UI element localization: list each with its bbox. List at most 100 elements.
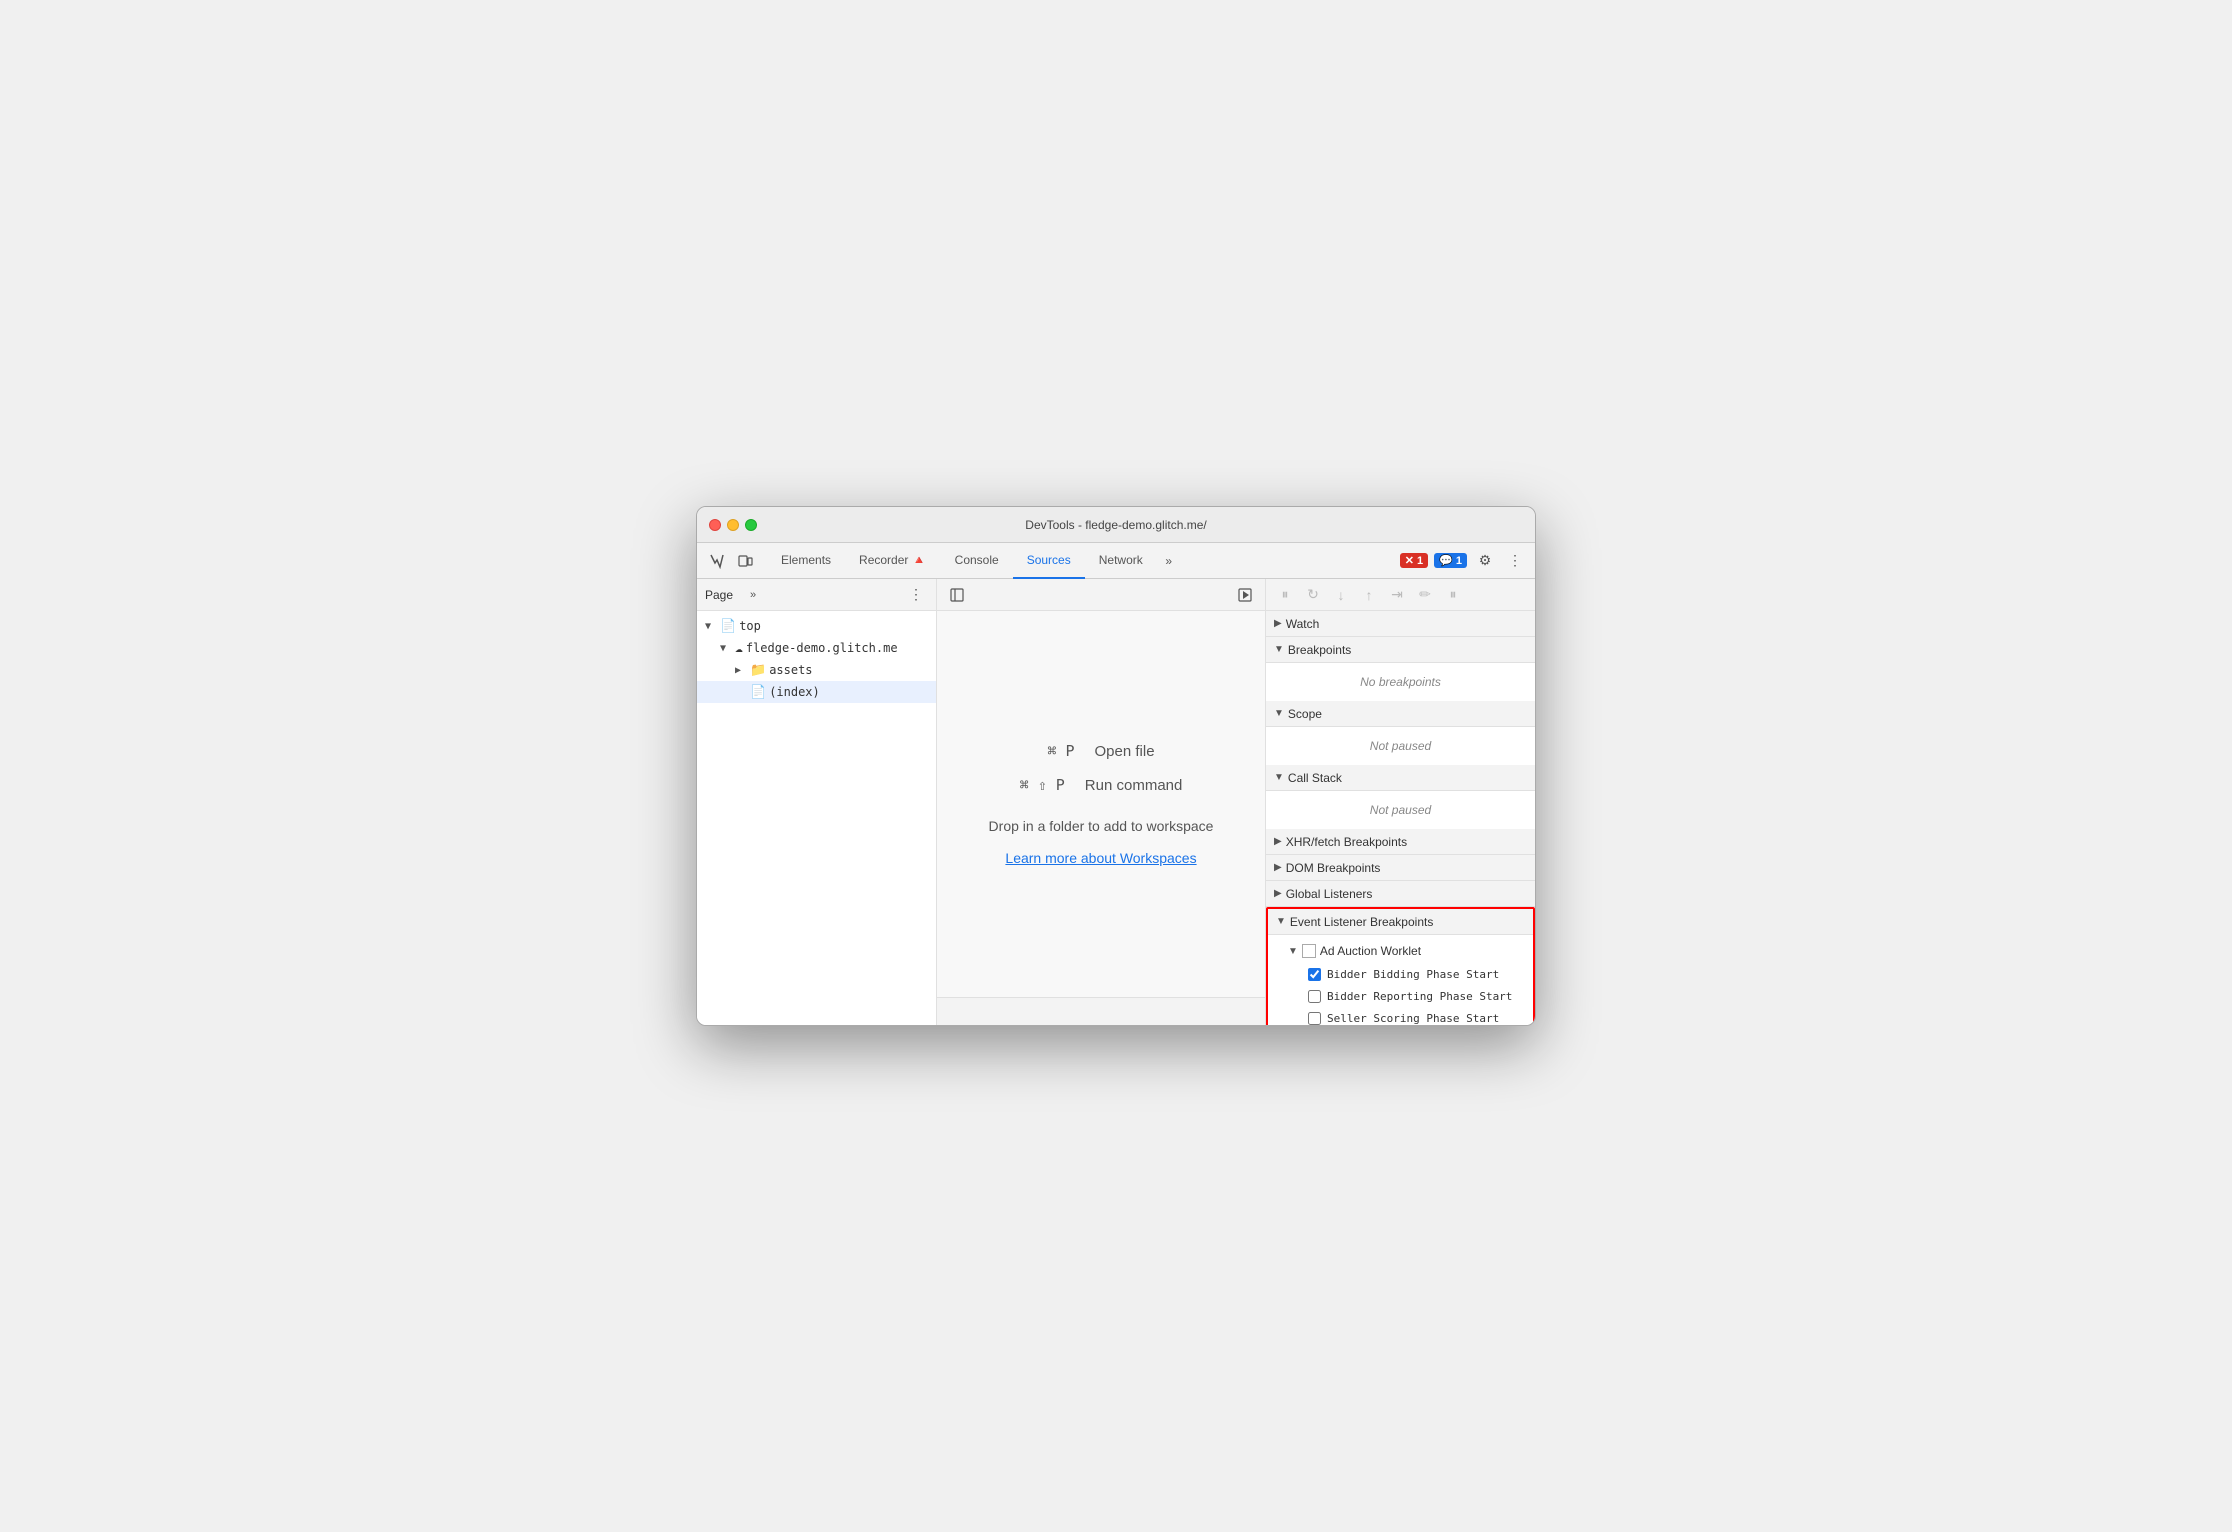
section-xhr-header[interactable]: ▶ XHR/fetch Breakpoints: [1266, 829, 1535, 855]
tree-item-index[interactable]: ▶ 📄 (index): [697, 681, 936, 703]
tree-label-fledge: fledge-demo.glitch.me: [746, 641, 898, 655]
main-content: Page » ⋮ ▼ 📄 top ▼ ☁ fledge-demo.glitch.…: [697, 579, 1535, 1025]
tree-label-index: (index): [769, 685, 820, 699]
scope-empty: Not paused: [1266, 731, 1535, 761]
checkbox-seller-scoring[interactable]: Seller Scoring Phase Start: [1268, 1007, 1533, 1025]
traffic-lights: [709, 519, 757, 531]
workspace-link[interactable]: Learn more about Workspaces: [1005, 850, 1196, 866]
right-panel: ⏸ ↻ ↓ ↑ ⇥ ✏ ⏸ ▶ Watch ▼ Breakpoints: [1265, 579, 1535, 1025]
tab-bar-left-icons: [705, 549, 757, 573]
step-over-button[interactable]: ↻: [1302, 584, 1324, 606]
file-tree: ▼ 📄 top ▼ ☁ fledge-demo.glitch.me ▶ 📁 as…: [697, 611, 936, 1025]
checkbox-bidder-reporting-input[interactable]: [1308, 990, 1321, 1003]
tab-network[interactable]: Network: [1085, 543, 1157, 579]
ad-auction-checkbox-icon: [1302, 944, 1316, 958]
info-badge[interactable]: 💬 1: [1434, 553, 1467, 568]
subsection-ad-auction-header[interactable]: ▼ Ad Auction Worklet: [1268, 939, 1533, 963]
tree-label-top: top: [739, 619, 761, 633]
step-button[interactable]: ⇥: [1386, 584, 1408, 606]
title-bar: DevTools - fledge-demo.glitch.me/: [697, 507, 1535, 543]
section-breakpoints-label: Breakpoints: [1288, 643, 1351, 657]
settings-icon[interactable]: ⚙: [1473, 549, 1497, 573]
panel-more-icon[interactable]: »: [741, 583, 765, 607]
editor-play-icon[interactable]: [1233, 583, 1257, 607]
section-xhr-label: XHR/fetch Breakpoints: [1286, 835, 1407, 849]
scope-arrow-icon: ▼: [1274, 708, 1284, 719]
tree-item-fledge[interactable]: ▼ ☁ fledge-demo.glitch.me: [697, 637, 936, 659]
tab-recorder[interactable]: Recorder 🔺: [845, 543, 941, 579]
checkbox-bidder-reporting[interactable]: Bidder Reporting Phase Start: [1268, 985, 1533, 1007]
section-event-label: Event Listener Breakpoints: [1290, 915, 1433, 929]
error-badge[interactable]: ✕ 1: [1400, 553, 1428, 568]
dont-pause-button[interactable]: ⏸: [1442, 584, 1464, 606]
section-global-label: Global Listeners: [1286, 887, 1373, 901]
device-mode-icon[interactable]: [733, 549, 757, 573]
callstack-arrow-icon: ▼: [1274, 772, 1284, 783]
shortcut2-action: Run command: [1085, 777, 1183, 794]
maximize-button[interactable]: [745, 519, 757, 531]
callstack-empty: Not paused: [1266, 795, 1535, 825]
global-arrow-icon: ▶: [1274, 888, 1282, 899]
minimize-button[interactable]: [727, 519, 739, 531]
xhr-arrow-icon: ▶: [1274, 836, 1282, 847]
breakpoints-arrow-icon: ▼: [1274, 644, 1284, 655]
section-breakpoints-content: No breakpoints: [1266, 663, 1535, 701]
panel-title: Page: [705, 588, 733, 602]
section-scope-header[interactable]: ▼ Scope: [1266, 701, 1535, 727]
tree-item-top[interactable]: ▼ 📄 top: [697, 615, 936, 637]
editor-content: ⌘ P Open file ⌘ ⇧ P Run command Drop in …: [937, 611, 1265, 997]
section-global-header[interactable]: ▶ Global Listeners: [1266, 881, 1535, 907]
checkbox-bidder-bidding[interactable]: Bidder Bidding Phase Start: [1268, 963, 1533, 985]
panel-menu-icon[interactable]: ⋮: [904, 583, 928, 607]
breakpoints-empty: No breakpoints: [1266, 667, 1535, 697]
shortcut1-action: Open file: [1095, 743, 1155, 760]
section-dom-label: DOM Breakpoints: [1286, 861, 1381, 875]
panel-header: Page » ⋮: [697, 579, 936, 611]
devtools-window: DevTools - fledge-demo.glitch.me/ Elemen…: [696, 506, 1536, 1026]
section-scope-content: Not paused: [1266, 727, 1535, 765]
section-watch-header[interactable]: ▶ Watch: [1266, 611, 1535, 637]
section-scope-label: Scope: [1288, 707, 1322, 721]
debugger-sections: ▶ Watch ▼ Breakpoints No breakpoints ▼ S…: [1266, 611, 1535, 1025]
tab-sources[interactable]: Sources: [1013, 543, 1085, 579]
left-panel: Page » ⋮ ▼ 📄 top ▼ ☁ fledge-demo.glitch.…: [697, 579, 937, 1025]
editor-toolbar: [937, 579, 1265, 611]
section-event-header[interactable]: ▼ Event Listener Breakpoints: [1268, 909, 1533, 935]
event-arrow-icon: ▼: [1276, 916, 1286, 927]
checkbox-bidder-reporting-label: Bidder Reporting Phase Start: [1327, 990, 1512, 1003]
section-callstack-header[interactable]: ▼ Call Stack: [1266, 765, 1535, 791]
section-callstack-content: Not paused: [1266, 791, 1535, 829]
panel-header-actions: ⋮: [904, 583, 928, 607]
editor-bottom-bar: [937, 997, 1265, 1025]
ad-auction-arrow-icon: ▼: [1288, 946, 1298, 957]
window-title: DevTools - fledge-demo.glitch.me/: [1025, 518, 1206, 532]
editor-collapse-icon[interactable]: [945, 583, 969, 607]
tab-bar-right: ✕ 1 💬 1 ⚙ ⋮: [1400, 549, 1527, 573]
step-into-button[interactable]: ↓: [1330, 584, 1352, 606]
more-options-icon[interactable]: ⋮: [1503, 549, 1527, 573]
step-out-button[interactable]: ↑: [1358, 584, 1380, 606]
section-dom-header[interactable]: ▶ DOM Breakpoints: [1266, 855, 1535, 881]
inspect-icon[interactable]: [705, 549, 729, 573]
tab-items: Elements Recorder 🔺 Console Sources Netw…: [767, 543, 1398, 579]
section-breakpoints-header[interactable]: ▼ Breakpoints: [1266, 637, 1535, 663]
tree-item-assets[interactable]: ▶ 📁 assets: [697, 659, 936, 681]
tab-elements[interactable]: Elements: [767, 543, 845, 579]
more-tabs-icon[interactable]: »: [1157, 549, 1181, 573]
shortcut1-key: ⌘ P: [1047, 742, 1074, 760]
drop-text: Drop in a folder to add to workspace: [989, 818, 1214, 834]
middle-panel: ⌘ P Open file ⌘ ⇧ P Run command Drop in …: [937, 579, 1265, 1025]
section-watch-label: Watch: [1286, 617, 1320, 631]
shortcut2-key: ⌘ ⇧ P: [1020, 776, 1065, 794]
checkbox-seller-scoring-input[interactable]: [1308, 1012, 1321, 1025]
checkbox-bidder-bidding-label: Bidder Bidding Phase Start: [1327, 968, 1499, 981]
deactivate-button[interactable]: ✏: [1414, 584, 1436, 606]
event-listener-highlight: ▼ Event Listener Breakpoints ▼ Ad Auctio…: [1266, 907, 1535, 1025]
section-callstack-label: Call Stack: [1288, 771, 1342, 785]
checkbox-bidder-bidding-input[interactable]: [1308, 968, 1321, 981]
close-button[interactable]: [709, 519, 721, 531]
watch-arrow-icon: ▶: [1274, 618, 1282, 629]
pause-button[interactable]: ⏸: [1274, 584, 1296, 606]
section-event-content: ▼ Ad Auction Worklet Bidder Bidding Phas…: [1268, 935, 1533, 1025]
tab-console[interactable]: Console: [941, 543, 1013, 579]
